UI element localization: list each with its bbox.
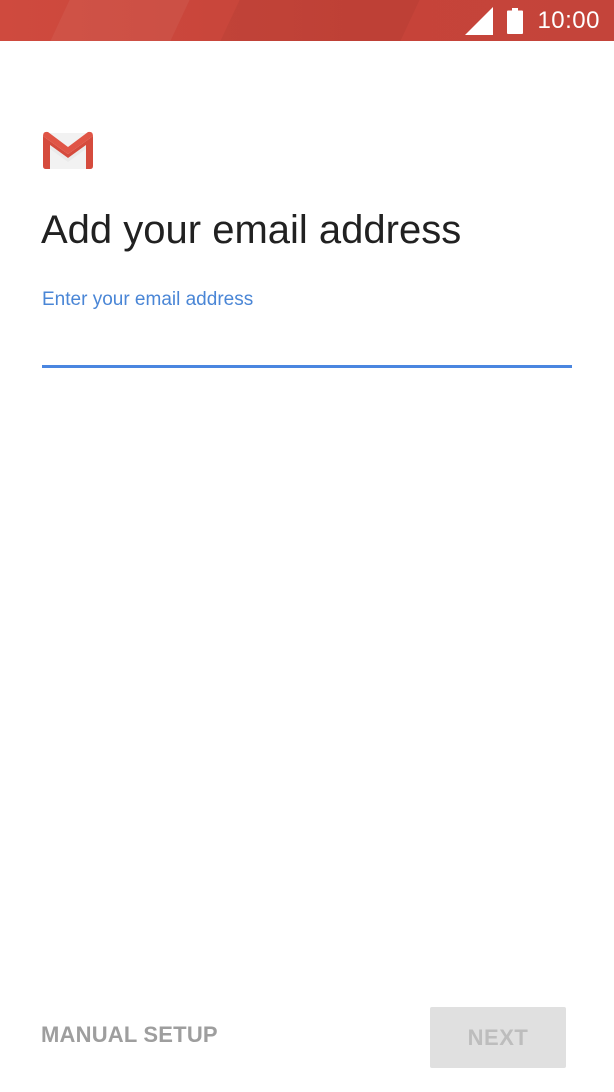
status-bar-shade (50, 0, 190, 41)
add-email-screen: 10:00 Add your email address Enter your … (0, 0, 614, 1092)
status-bar: 10:00 (0, 0, 614, 41)
status-icons: 10:00 (465, 0, 600, 41)
battery-icon (507, 7, 524, 34)
status-bar-shade (220, 0, 420, 41)
next-button[interactable]: NEXT (430, 1007, 566, 1068)
manual-setup-button[interactable]: MANUAL SETUP (41, 1022, 218, 1048)
gmail-logo-icon (43, 131, 93, 169)
status-clock: 10:00 (537, 6, 600, 34)
email-field[interactable] (42, 322, 572, 368)
signal-icon (465, 6, 494, 35)
page-title: Add your email address (41, 208, 462, 252)
email-field-label: Enter your email address (42, 289, 254, 310)
